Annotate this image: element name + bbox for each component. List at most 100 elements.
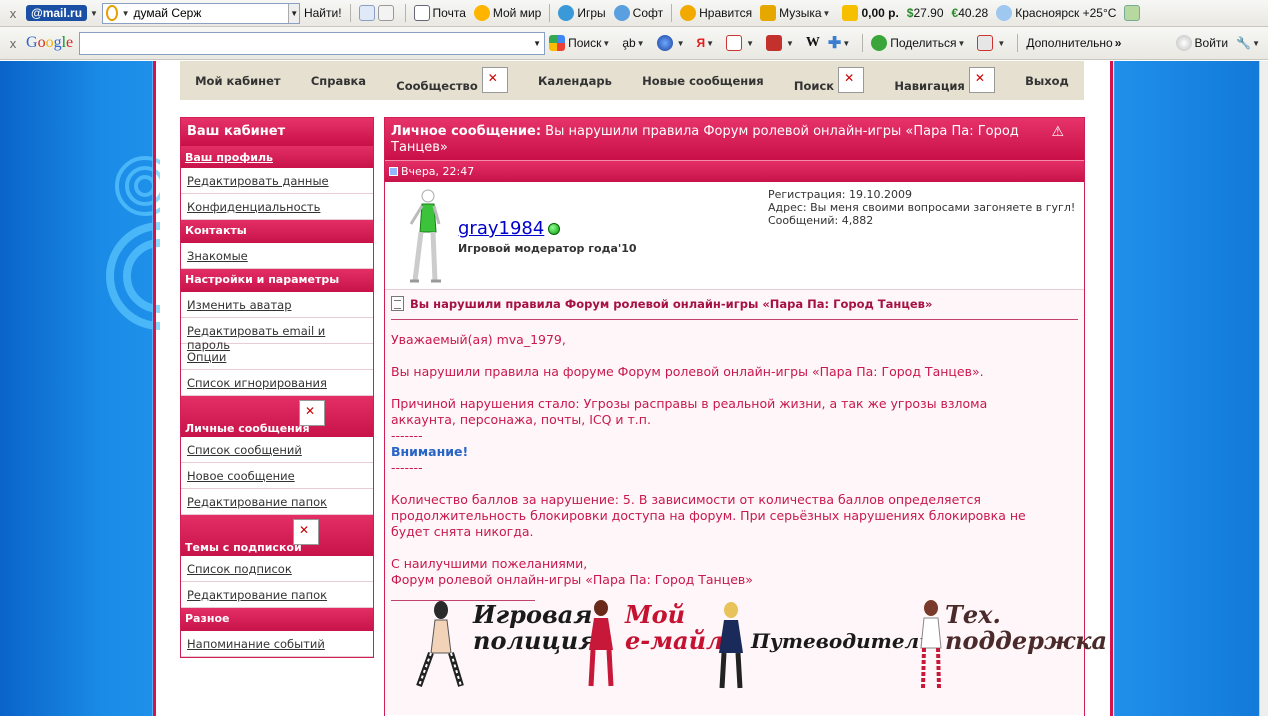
close-toolbar-icon[interactable]: x xyxy=(0,36,26,51)
nav-help[interactable]: Справка xyxy=(311,65,366,97)
sidebar-category-settings: Настройки и параметры xyxy=(181,269,373,292)
settings-button[interactable]: 🔧 ▼ xyxy=(1232,36,1268,50)
sidebar-item-new-message[interactable]: Новое сообщение xyxy=(181,463,373,489)
mailru-search-box[interactable]: ▼ ▼ xyxy=(101,2,300,24)
broken-image-icon xyxy=(838,66,865,93)
sidebar-item-edit-folders[interactable]: Редактирование папок xyxy=(181,489,373,515)
report-warning-icon[interactable]: ⚠ xyxy=(1051,124,1064,140)
google-search-input[interactable] xyxy=(80,32,531,54)
message-points: Количество баллов за нарушение: 5. В зав… xyxy=(391,492,1026,539)
sidebar-item-ignore-list[interactable]: Список игнорирования xyxy=(181,370,373,396)
sidebar-item-privacy[interactable]: Конфиденциальность xyxy=(181,194,373,220)
balance-value: 0,00 р. xyxy=(861,6,899,20)
mailru-logo[interactable]: @mail.ru xyxy=(26,5,88,21)
banner-my-email[interactable]: Мой e-майл xyxy=(581,598,724,693)
map-button[interactable] xyxy=(1120,5,1147,21)
sidebar-item-edit-email[interactable]: Редактировать email и пароль xyxy=(181,318,373,352)
banner-tech-support[interactable]: Тех. поддержка xyxy=(911,598,1107,693)
wikipedia-button[interactable]: W xyxy=(802,35,824,51)
weather-button[interactable]: Красноярск +25°С xyxy=(992,5,1120,21)
chevron-down-icon: ▼ xyxy=(746,38,754,48)
vertical-scrollbar[interactable] xyxy=(1259,61,1268,716)
balance-button[interactable]: 0,00 р. xyxy=(838,5,902,21)
sidebar-item-subscription-list[interactable]: Список подписок xyxy=(181,556,373,582)
more-button[interactable]: Дополнительно» xyxy=(1022,36,1125,50)
weather-label: Красноярск +25°С xyxy=(1015,6,1117,20)
search-history-dropdown[interactable]: ▼ xyxy=(288,3,299,23)
highlight-button[interactable] xyxy=(355,5,401,21)
find-button[interactable]: Найти! xyxy=(300,6,346,20)
gmail-icon xyxy=(726,35,743,51)
message-separator: ------- xyxy=(391,460,423,475)
nav-search[interactable]: Поиск xyxy=(794,65,865,97)
author-title: Игровой модератор года'10 xyxy=(458,242,637,255)
pencil-icon xyxy=(358,5,375,21)
login-label: Войти xyxy=(1194,36,1229,50)
sidebar-item-edit-data[interactable]: Редактировать данные xyxy=(181,168,373,194)
security-button[interactable]: ▼ xyxy=(973,35,1013,51)
share-button[interactable]: Поделиться ▼ xyxy=(867,35,973,51)
google-search-button[interactable]: Поиск ▼ xyxy=(545,35,618,51)
translate-button[interactable]: a̧b ▼ xyxy=(618,36,652,50)
message-title: Вы нарушили правила Форум ролевой онлайн… xyxy=(391,296,1078,320)
nav-calendar[interactable]: Календарь xyxy=(538,65,612,97)
chevron-down-icon: ▼ xyxy=(602,38,611,48)
login-button[interactable]: Войти xyxy=(1172,35,1233,51)
google-logo-letter: G xyxy=(26,34,38,51)
author-username[interactable]: gray1984 xyxy=(458,218,561,239)
usd-rate[interactable]: $27.90 xyxy=(903,6,948,20)
nav-navigation[interactable]: Навигация xyxy=(894,65,995,97)
eur-rate[interactable]: €40.28 xyxy=(948,6,993,20)
earth-button[interactable]: ▼ xyxy=(653,35,693,51)
google-search-box[interactable]: ▼ xyxy=(79,31,546,55)
myworld-button[interactable]: Мой мир xyxy=(470,5,545,21)
author-address: Адрес: Вы меня своими вопросами загоняет… xyxy=(768,201,1076,214)
message-date-bar: Вчера, 22:47 xyxy=(385,160,1084,182)
search-history-dropdown[interactable]: ▼ xyxy=(530,33,544,54)
chevron-down-icon: ▼ xyxy=(1252,38,1260,48)
add-button[interactable]: ✚ ▼ xyxy=(824,33,858,53)
gmail-button[interactable]: ▼ xyxy=(722,35,762,51)
soft-button[interactable]: Софт xyxy=(610,5,667,21)
signature-banners: Игровая полиция Мой e-майл Путеводитель … xyxy=(411,598,1107,693)
music-button[interactable]: Музыка ▼ xyxy=(756,5,838,21)
google-logo-letter: g xyxy=(53,34,62,51)
nav-logout[interactable]: Выход xyxy=(1025,65,1069,97)
sidebar-item-reminders[interactable]: Напоминание событий xyxy=(181,631,373,657)
avatar[interactable] xyxy=(395,186,451,286)
nav-community[interactable]: Сообщество xyxy=(396,65,508,97)
divider xyxy=(404,4,406,22)
girl-figure-icon xyxy=(416,601,464,688)
sidebar-item-message-list[interactable]: Список сообщений xyxy=(181,437,373,463)
nav-my-cabinet[interactable]: Мой кабинет xyxy=(195,65,280,97)
youtube-button[interactable]: ▼ xyxy=(762,35,802,51)
chevron-down-icon: ▼ xyxy=(676,38,685,48)
plus-icon: ✚ xyxy=(827,35,842,52)
sidebar-item-profile[interactable]: Ваш профиль xyxy=(181,146,373,168)
close-toolbar-icon[interactable]: x xyxy=(0,6,26,21)
games-icon xyxy=(558,5,575,21)
games-button[interactable]: Игры xyxy=(554,5,609,21)
yandex-button[interactable]: Я ▼ xyxy=(693,36,723,50)
chevron-down-icon[interactable]: ▼ xyxy=(90,9,98,18)
google-logo[interactable]: Google xyxy=(26,34,73,52)
sidebar-item-change-avatar[interactable]: Изменить аватар xyxy=(181,292,373,318)
sidebar-item-subscription-folders[interactable]: Редактирование папок xyxy=(181,582,373,608)
chevron-down-icon: ▼ xyxy=(997,38,1006,48)
banner-guide[interactable]: Путеводитель xyxy=(711,598,932,693)
chevron-down-icon[interactable]: ▼ xyxy=(122,9,130,18)
sidebar-category-pm: Личные сообщения xyxy=(181,396,373,437)
likes-button[interactable]: Нравится xyxy=(676,5,756,21)
nav-new-posts[interactable]: Новые сообщения xyxy=(642,65,764,97)
banner-game-police[interactable]: Игровая полиция xyxy=(411,598,597,693)
mailru-search-input[interactable] xyxy=(133,6,289,20)
people-icon xyxy=(473,5,490,21)
author-registration: Регистрация: 19.10.2009 xyxy=(768,188,912,201)
message-separator: ------- xyxy=(391,428,423,443)
sidebar-item-friends[interactable]: Знакомые xyxy=(181,243,373,269)
search-engine-icon[interactable] xyxy=(105,5,118,21)
translate-icon: a̧b xyxy=(622,36,636,50)
mail-button[interactable]: Почта xyxy=(410,5,470,21)
message-header: Личное сообщение: Вы нарушили правила Фо… xyxy=(385,118,1084,160)
magnifier-page-icon xyxy=(377,5,394,21)
